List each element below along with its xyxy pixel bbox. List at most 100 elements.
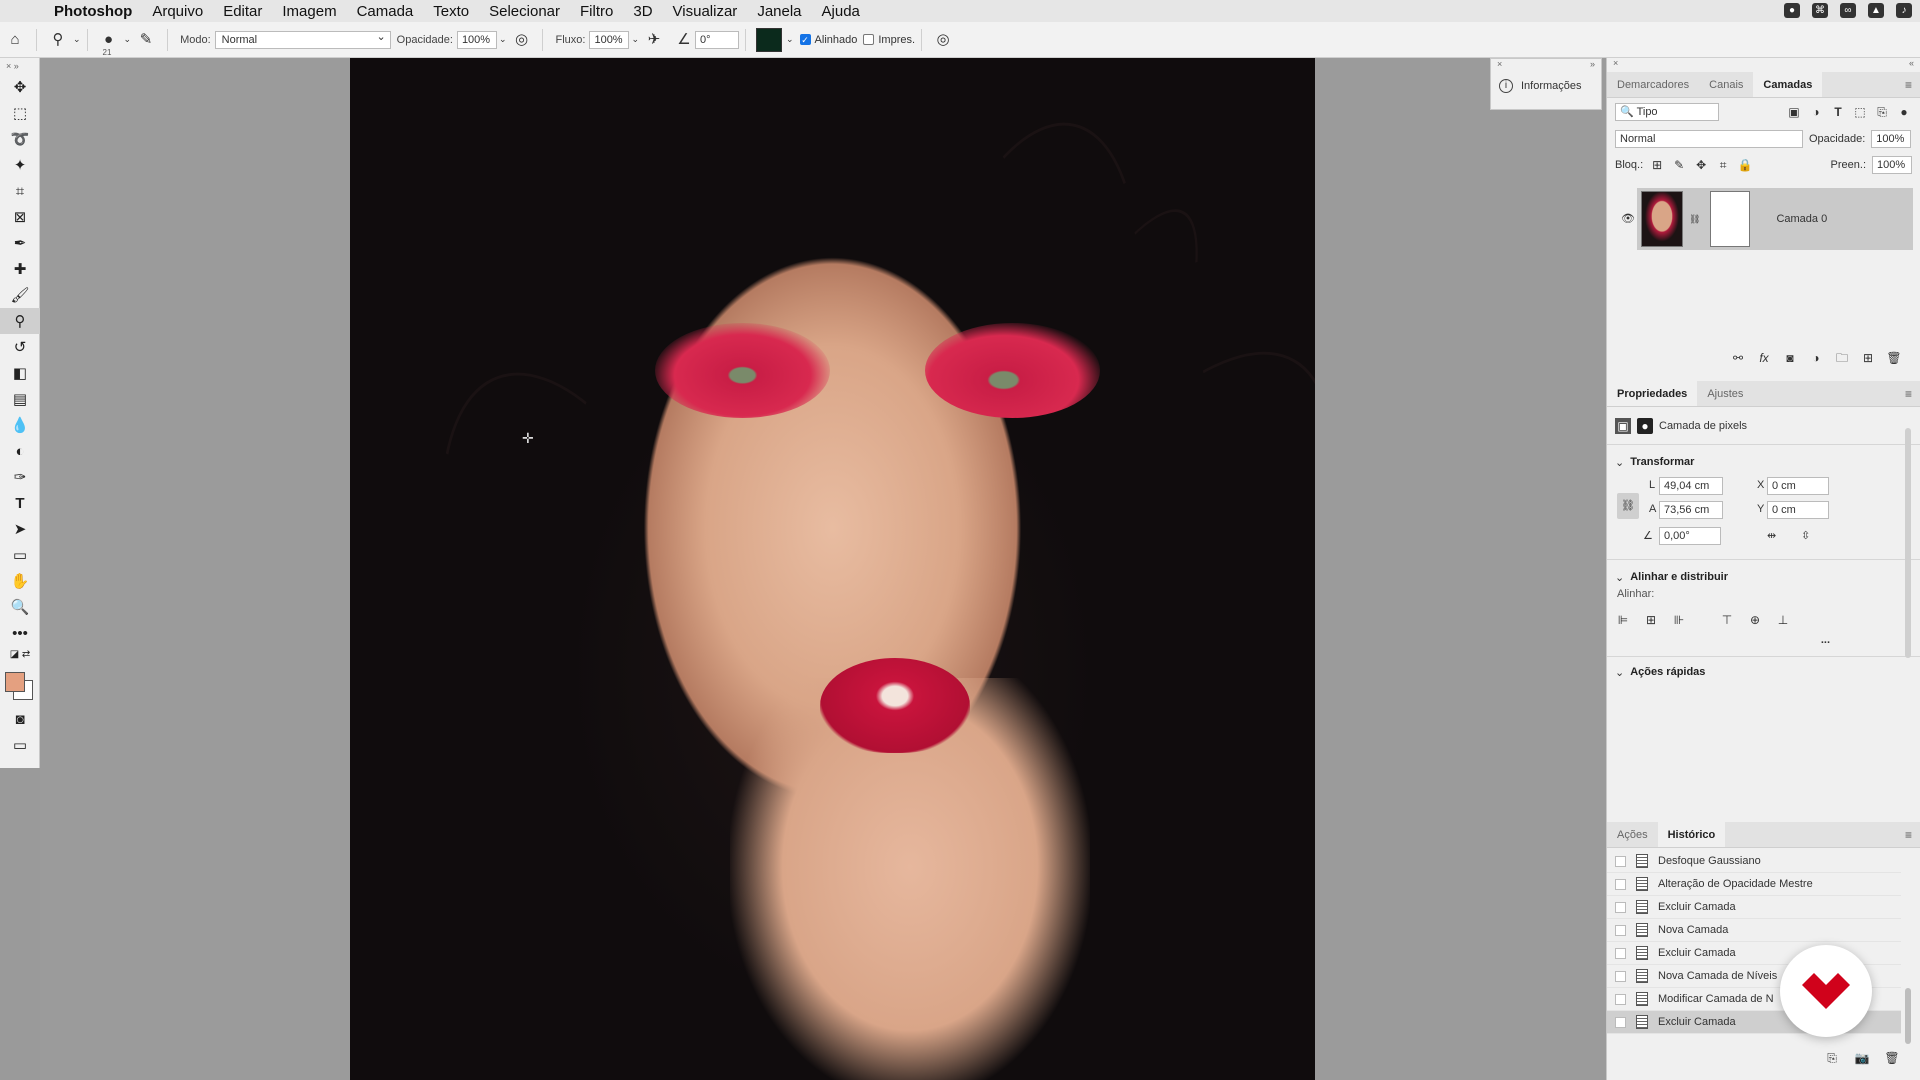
tab-camadas[interactable]: Camadas: [1753, 72, 1823, 97]
healing-brush-tool-icon[interactable]: ✚: [0, 256, 40, 282]
tab-canais[interactable]: Canais: [1699, 72, 1753, 97]
menu-arquivo[interactable]: Arquivo: [142, 3, 213, 20]
marquee-tool-icon[interactable]: ⬚: [0, 100, 40, 126]
layer-mask-thumbnail[interactable]: [1710, 191, 1751, 247]
lock-all-icon[interactable]: 🔒: [1737, 157, 1753, 173]
align-top-icon[interactable]: ⊤: [1719, 612, 1735, 628]
align-right-icon[interactable]: ⊪: [1671, 612, 1687, 628]
brush-size-picker[interactable]: ● 21: [100, 31, 118, 57]
chevron-down-icon[interactable]: ⌄: [73, 34, 81, 45]
tab-ajustes[interactable]: Ajustes: [1697, 381, 1753, 406]
add-mask-icon[interactable]: ◙: [1782, 350, 1798, 366]
impres-checkbox[interactable]: [863, 34, 875, 45]
creative-cloud-icon[interactable]: ∞: [1840, 3, 1856, 18]
visibility-eye-icon[interactable]: 👁: [1621, 212, 1635, 225]
hand-tool-icon[interactable]: ✋: [0, 568, 40, 594]
brush-tool-icon[interactable]: 🖌: [0, 282, 40, 308]
mask-link-icon[interactable]: ⛓: [1689, 214, 1700, 225]
more-options-button[interactable]: ...: [1607, 634, 1920, 652]
width-input[interactable]: 49,04 cm: [1659, 477, 1723, 495]
layer-filter-select[interactable]: 🔍 Tipo: [1615, 103, 1719, 121]
fill-input[interactable]: 100%: [1872, 156, 1912, 174]
menu-texto[interactable]: Texto: [423, 3, 479, 20]
tab-historico[interactable]: Histórico: [1657, 822, 1726, 847]
collapse-icon[interactable]: «: [1909, 58, 1914, 72]
record-icon[interactable]: ●: [1784, 3, 1800, 18]
chevron-down-icon[interactable]: ⌄: [631, 34, 639, 45]
toolbar-collapse-icon[interactable]: × »: [0, 58, 39, 74]
chevron-down-icon[interactable]: ⌄: [786, 34, 794, 45]
history-item[interactable]: Desfoque Gaussiano: [1607, 850, 1901, 873]
chevron-down-icon[interactable]: ⌄: [124, 34, 132, 45]
delete-state-icon[interactable]: 🗑: [1884, 1050, 1900, 1066]
history-brush-tool-icon[interactable]: ↺: [0, 334, 40, 360]
align-bottom-icon[interactable]: ⊥: [1775, 612, 1791, 628]
delete-layer-icon[interactable]: 🗑: [1886, 350, 1902, 366]
upload-icon[interactable]: ▲: [1868, 3, 1884, 18]
lock-position-icon[interactable]: ✥: [1693, 157, 1709, 173]
tab-acoes[interactable]: Ações: [1607, 822, 1658, 847]
eraser-tool-icon[interactable]: ◧: [0, 360, 40, 386]
panel-menu-icon[interactable]: ≡: [1905, 828, 1912, 842]
filter-smart-object-icon[interactable]: ⎘: [1874, 104, 1890, 120]
align-center-h-icon[interactable]: ⊞: [1643, 612, 1659, 628]
chevron-down-icon[interactable]: ⌄: [1615, 456, 1624, 469]
quick-mask-icon[interactable]: ◙: [0, 706, 40, 732]
transform-section-title[interactable]: Transformar: [1630, 456, 1694, 468]
filter-pixel-icon[interactable]: ▣: [1786, 104, 1802, 120]
brush-settings-icon[interactable]: ✎: [137, 31, 155, 49]
layer-row[interactable]: ⛓ Camada 0: [1637, 188, 1913, 250]
close-icon[interactable]: ×: [1613, 58, 1618, 72]
screen-mode-icon[interactable]: ▭: [0, 732, 40, 758]
blend-mode-select[interactable]: Normal: [1615, 130, 1803, 148]
gradient-tool-icon[interactable]: ▤: [0, 386, 40, 412]
menu-editar[interactable]: Editar: [213, 3, 272, 20]
x-input[interactable]: 0 cm: [1767, 477, 1829, 495]
foreground-color-swatch[interactable]: [5, 672, 25, 692]
pressure-size-icon[interactable]: ◎: [934, 31, 952, 49]
menu-selecionar[interactable]: Selecionar: [479, 3, 570, 20]
tab-propriedades[interactable]: Propriedades: [1607, 381, 1698, 406]
zoom-tool-icon[interactable]: 🔍: [0, 594, 40, 620]
info-panel-button[interactable]: i Informações: [1491, 73, 1601, 99]
history-scrollbar[interactable]: [1905, 988, 1911, 1044]
rectangle-tool-icon[interactable]: ▭: [0, 542, 40, 568]
eyedropper-tool-icon[interactable]: ✒: [0, 230, 40, 256]
menu-ajuda[interactable]: Ajuda: [812, 3, 870, 20]
height-input[interactable]: 73,56 cm: [1659, 501, 1723, 519]
snapshot-camera-icon[interactable]: 📷: [1854, 1050, 1870, 1066]
magic-wand-tool-icon[interactable]: ✦: [0, 152, 40, 178]
quick-actions-section-title[interactable]: Ações rápidas: [1630, 666, 1705, 678]
collapse-icon[interactable]: »: [1590, 59, 1595, 73]
document-image[interactable]: ✛: [350, 58, 1315, 1080]
volume-icon[interactable]: ♪: [1896, 3, 1912, 18]
path-selection-tool-icon[interactable]: ➤: [0, 516, 40, 542]
new-group-icon[interactable]: 🗀: [1834, 350, 1850, 366]
mode-select[interactable]: Normal: [214, 29, 391, 49]
command-icon[interactable]: ⌘: [1812, 3, 1828, 18]
filter-toggle-icon[interactable]: ●: [1896, 104, 1912, 120]
menu-janela[interactable]: Janela: [747, 3, 811, 20]
align-center-v-icon[interactable]: ⊕: [1747, 612, 1763, 628]
clone-stamp-preset-icon[interactable]: ⚲: [49, 31, 67, 49]
move-tool-icon[interactable]: ✥: [0, 74, 40, 100]
clone-source-swatch[interactable]: [756, 27, 782, 52]
link-dimensions-icon[interactable]: ⛓: [1617, 493, 1639, 519]
flip-horizontal-icon[interactable]: ⇹: [1767, 529, 1776, 542]
lock-artboard-icon[interactable]: ⌗: [1715, 157, 1731, 173]
chevron-down-icon[interactable]: ⌄: [499, 34, 507, 45]
home-icon[interactable]: ⌂: [6, 31, 24, 49]
tab-demarcadores[interactable]: Demarcadores: [1607, 72, 1699, 97]
menu-filtro[interactable]: Filtro: [570, 3, 623, 20]
filter-type-icon[interactable]: T: [1830, 104, 1846, 120]
history-item[interactable]: Alteração de Opacidade Mestre: [1607, 873, 1901, 896]
link-layers-icon[interactable]: ⚯: [1730, 350, 1746, 366]
history-item[interactable]: Nova Camada: [1607, 919, 1901, 942]
fx-icon[interactable]: fx: [1756, 350, 1772, 366]
filter-shape-icon[interactable]: ⬚: [1852, 104, 1868, 120]
new-layer-icon[interactable]: ⊞: [1860, 350, 1876, 366]
frame-tool-icon[interactable]: ⊠: [0, 204, 40, 230]
panel-menu-icon[interactable]: ≡: [1905, 78, 1912, 92]
layer-name[interactable]: Camada 0: [1776, 213, 1827, 225]
menu-camada[interactable]: Camada: [347, 3, 424, 20]
